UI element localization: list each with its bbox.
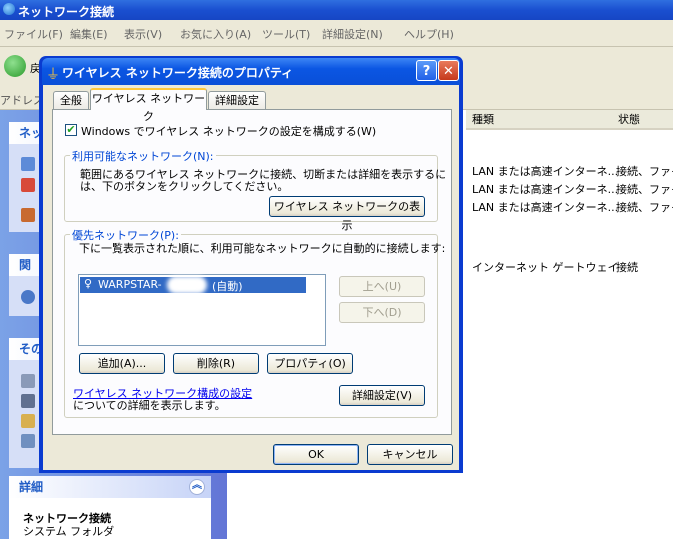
details-box: 詳細 ︽ ネットワーク接続 システム フォルダ [9,476,211,539]
details-header-label: 詳細 [19,480,44,494]
column-type[interactable]: 種類 [466,110,612,130]
help-button[interactable]: ? [416,60,437,81]
menu-favorites[interactable]: お気に入り(A) [180,26,251,42]
add-button[interactable]: 追加(A)... [79,353,165,374]
details-type: システム フォルダ [23,525,115,538]
info-icon [21,290,35,304]
menu-help[interactable]: ヘルプ(H) [404,26,454,42]
wireless-config-help-suffix: についての詳細を表示します。 [73,399,226,412]
menu-advanced[interactable]: 詳細設定(N) [322,26,383,42]
menu-tools[interactable]: ツール(T) [262,26,310,42]
collapse-chevron-icon[interactable]: ︽ [189,479,205,495]
menu-view[interactable]: 表示(V) [124,26,162,42]
move-up-button[interactable]: 上へ(U) [339,276,425,297]
back-arrow-icon[interactable] [4,55,26,77]
row-status: 接続、ファイ [616,183,673,196]
close-button[interactable]: ✕ [438,60,459,81]
task-icon [21,178,35,192]
use-windows-checkbox[interactable]: ✔ [65,124,77,136]
task-icon [21,157,35,171]
address-label: アドレス [0,94,44,107]
network-folder-icon [3,3,15,15]
explorer-menu-bar: ファイル(F) 編集(E) 表示(V) お気に入り(A) ツール(T) 詳細設定… [0,20,673,47]
menu-file[interactable]: ファイル(F) [4,26,63,42]
network-name: WARPSTAR- [98,278,162,291]
row-type[interactable]: LAN または高速インターネ... [472,199,618,215]
tab-wireless-networks[interactable]: ワイヤレス ネットワーク [90,88,207,123]
remove-button[interactable]: 削除(R) [173,353,259,374]
ok-button[interactable]: OK [273,444,359,465]
row-status: 接続、ファイ [616,201,673,214]
available-desc-line2: は、下のボタンをクリックしてください。 [80,180,289,193]
column-status[interactable]: 状態 [612,110,673,130]
task-icon [21,208,35,222]
row-type[interactable]: インターネット ゲートウェイ [472,259,619,275]
explorer-title-bar[interactable]: ネットワーク接続 [0,0,673,20]
place-icon [21,374,35,388]
tab-advanced[interactable]: 詳細設定 [208,91,266,109]
redacted-ssid [167,276,207,294]
place-icon [21,394,35,408]
row-status: 接続、ファイ [616,165,673,178]
network-mode: (自動) [212,280,243,293]
wireless-antenna-icon: ♀ [84,277,93,290]
move-down-button[interactable]: 下へ(D) [339,302,425,323]
use-windows-label[interactable]: Windows でワイヤレス ネットワークの設定を構成する(W) [81,123,376,139]
row-status: 接続 [616,261,638,274]
folder-icon [21,414,35,428]
place-icon [21,434,35,448]
tab-general[interactable]: 全般 [53,91,89,109]
cancel-button[interactable]: キャンセル [367,444,453,465]
details-header[interactable]: 詳細 ︽ [9,476,211,498]
menu-edit[interactable]: 編集(E) [70,26,108,42]
row-type[interactable]: LAN または高速インターネ... [472,181,618,197]
wireless-connection-icon: ⏚ [46,67,60,83]
available-networks-label: 利用可能なネットワーク(N): [70,148,216,164]
dialog-title: ワイヤレス ネットワーク接続のプロパティ [62,66,294,80]
explorer-title: ネットワーク接続 [18,5,115,19]
row-type[interactable]: LAN または高速インターネ... [472,163,618,179]
preferred-desc: 下に一覧表示された順に、利用可能なネットワークに自動的に接続します: [79,242,446,255]
properties-button[interactable]: プロパティ(O) [267,353,353,374]
advanced-settings-button[interactable]: 詳細設定(V) [339,385,425,406]
view-wireless-networks-button[interactable]: ワイヤレス ネットワークの表示 [269,196,425,232]
